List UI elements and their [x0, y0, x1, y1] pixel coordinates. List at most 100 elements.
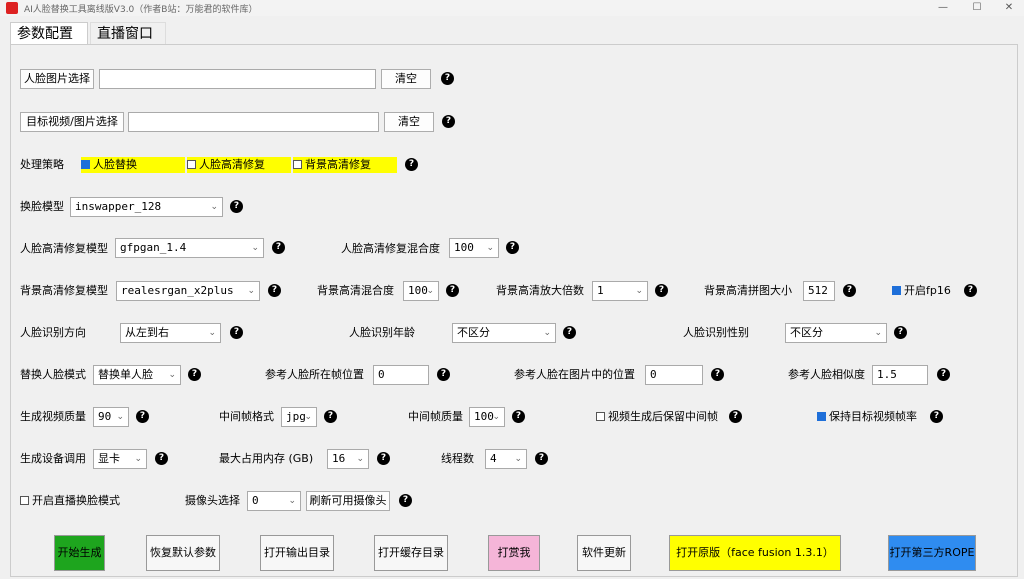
window-title: AI人脸替换工具离线版V3.0（作者B站：万能君的软件库）: [24, 5, 258, 15]
max-memory-select[interactable]: 16 ⌄: [327, 449, 369, 469]
help-icon[interactable]: ?: [964, 284, 977, 297]
live-mode-checkbox[interactable]: 开启直播换脸模式: [20, 493, 120, 509]
help-icon[interactable]: ?: [441, 72, 454, 85]
help-icon[interactable]: ?: [937, 368, 950, 381]
params-panel: 人脸图片选择 清空 ? 目标视频/图片选择 清空 ? 处理策略 人脸替换 人脸高…: [10, 44, 1018, 577]
keep-fps-checkbox[interactable]: 保持目标视频帧率: [817, 409, 917, 425]
help-icon[interactable]: ?: [843, 284, 856, 297]
face-direction-label: 人脸识别方向: [20, 326, 86, 339]
help-icon[interactable]: ?: [324, 410, 337, 423]
help-icon[interactable]: ?: [535, 452, 548, 465]
help-icon[interactable]: ?: [729, 410, 742, 423]
open-cache-button[interactable]: 打开缓存目录: [374, 535, 448, 571]
help-icon[interactable]: ?: [437, 368, 450, 381]
target-select-button[interactable]: 目标视频/图片选择: [20, 112, 124, 132]
frame-quality-label: 中间帧质量: [408, 410, 463, 423]
target-clear-button[interactable]: 清空: [384, 112, 434, 132]
face-image-path-input[interactable]: [99, 69, 376, 89]
help-icon[interactable]: ?: [377, 452, 390, 465]
target-path-input[interactable]: [128, 112, 379, 132]
help-icon[interactable]: ?: [446, 284, 459, 297]
replace-mode-label: 替换人脸模式: [20, 368, 86, 381]
help-icon[interactable]: ?: [655, 284, 668, 297]
close-button[interactable]: ✕: [994, 0, 1024, 16]
bg-enhance-model-select[interactable]: realesrgan_x2plus ⌄: [116, 281, 260, 301]
ref-position-label: 参考人脸在图片中的位置: [514, 368, 635, 381]
device-select[interactable]: 显卡 ⌄: [93, 449, 147, 469]
strategy-label: 处理策略: [20, 158, 64, 171]
face-age-label: 人脸识别年龄: [349, 326, 415, 339]
software-update-button[interactable]: 软件更新: [577, 535, 631, 571]
face-gender-select[interactable]: 不区分 ⌄: [785, 323, 887, 343]
help-icon[interactable]: ?: [894, 326, 907, 339]
face-image-clear-button[interactable]: 清空: [381, 69, 431, 89]
app-icon: [6, 2, 18, 14]
face-enhance-blend-select[interactable]: 100 ⌄: [449, 238, 499, 258]
help-icon[interactable]: ?: [405, 158, 418, 171]
help-icon[interactable]: ?: [230, 326, 243, 339]
video-quality-label: 生成视频质量: [20, 410, 86, 423]
face-gender-label: 人脸识别性别: [683, 326, 749, 339]
keep-frames-checkbox[interactable]: 视频生成后保留中间帧: [596, 409, 718, 425]
open-rope-button[interactable]: 打开第三方ROPE: [888, 535, 976, 571]
fp16-checkbox[interactable]: 开启fp16: [892, 283, 951, 299]
face-enhance-model-select[interactable]: gfpgan_1.4 ⌄: [115, 238, 264, 258]
bg-tile-input[interactable]: 512: [803, 281, 835, 301]
ref-position-input[interactable]: 0: [645, 365, 703, 385]
title-bar: AI人脸替换工具离线版V3.0（作者B站：万能君的软件库） — ☐ ✕: [0, 0, 1024, 16]
threads-select[interactable]: 4 ⌄: [485, 449, 527, 469]
help-icon[interactable]: ?: [711, 368, 724, 381]
max-memory-label: 最大占用内存 (GB): [219, 452, 314, 465]
face-enhance-model-label: 人脸高清修复模型: [20, 242, 108, 255]
maximize-button[interactable]: ☐: [962, 0, 992, 16]
face-age-select[interactable]: 不区分 ⌄: [452, 323, 556, 343]
frame-format-label: 中间帧格式: [219, 410, 274, 423]
video-quality-select[interactable]: 90 ⌄: [93, 407, 129, 427]
help-icon[interactable]: ?: [512, 410, 525, 423]
help-icon[interactable]: ?: [442, 115, 455, 128]
face-direction-select[interactable]: 从左到右 ⌄: [120, 323, 221, 343]
swap-model-select[interactable]: inswapper_128 ⌄: [70, 197, 223, 217]
help-icon[interactable]: ?: [136, 410, 149, 423]
bg-enhance-model-label: 背景高清修复模型: [20, 284, 108, 297]
help-icon[interactable]: ?: [155, 452, 168, 465]
frame-quality-select[interactable]: 100 ⌄: [469, 407, 505, 427]
strategy-bg-enhance-checkbox[interactable]: 背景高清修复: [293, 157, 397, 173]
camera-select[interactable]: 0 ⌄: [247, 491, 301, 511]
bg-scale-select[interactable]: 1 ⌄: [592, 281, 648, 301]
threads-label: 线程数: [441, 452, 474, 465]
bg-scale-label: 背景高清放大倍数: [496, 284, 584, 297]
help-icon[interactable]: ?: [506, 241, 519, 254]
strategy-face-enhance-checkbox[interactable]: 人脸高清修复: [187, 157, 291, 173]
help-icon[interactable]: ?: [399, 494, 412, 507]
frame-format-select[interactable]: jpg ⌄: [281, 407, 317, 427]
help-icon[interactable]: ?: [188, 368, 201, 381]
help-icon[interactable]: ?: [268, 284, 281, 297]
ref-similarity-input[interactable]: 1.5: [872, 365, 928, 385]
replace-mode-select[interactable]: 替换单人脸 ⌄: [93, 365, 181, 385]
bg-blend-select[interactable]: 100 ⌄: [403, 281, 439, 301]
tab-live[interactable]: 直播窗口: [90, 22, 166, 44]
open-output-button[interactable]: 打开输出目录: [260, 535, 334, 571]
ref-frame-label: 参考人脸所在帧位置: [265, 368, 364, 381]
help-icon[interactable]: ?: [930, 410, 943, 423]
minimize-button[interactable]: —: [928, 0, 958, 16]
ref-frame-input[interactable]: 0: [373, 365, 429, 385]
start-button[interactable]: 开始生成: [54, 535, 105, 571]
bg-blend-label: 背景高清混合度: [317, 284, 394, 297]
tab-params[interactable]: 参数配置: [10, 22, 88, 44]
bg-tile-label: 背景高清拼图大小: [704, 284, 792, 297]
device-label: 生成设备调用: [20, 452, 86, 465]
help-icon[interactable]: ?: [230, 200, 243, 213]
reset-defaults-button[interactable]: 恢复默认参数: [146, 535, 220, 571]
refresh-cameras-button[interactable]: 刷新可用摄像头: [306, 491, 390, 511]
donate-button[interactable]: 打赏我: [488, 535, 540, 571]
strategy-face-swap-checkbox[interactable]: 人脸替换: [81, 157, 185, 173]
camera-select-label: 摄像头选择: [185, 494, 240, 507]
help-icon[interactable]: ?: [272, 241, 285, 254]
ref-similarity-label: 参考人脸相似度: [788, 368, 865, 381]
swap-model-label: 换脸模型: [20, 200, 64, 213]
open-original-button[interactable]: 打开原版（face fusion 1.3.1）: [669, 535, 841, 571]
help-icon[interactable]: ?: [563, 326, 576, 339]
face-image-select-button[interactable]: 人脸图片选择: [20, 69, 94, 89]
